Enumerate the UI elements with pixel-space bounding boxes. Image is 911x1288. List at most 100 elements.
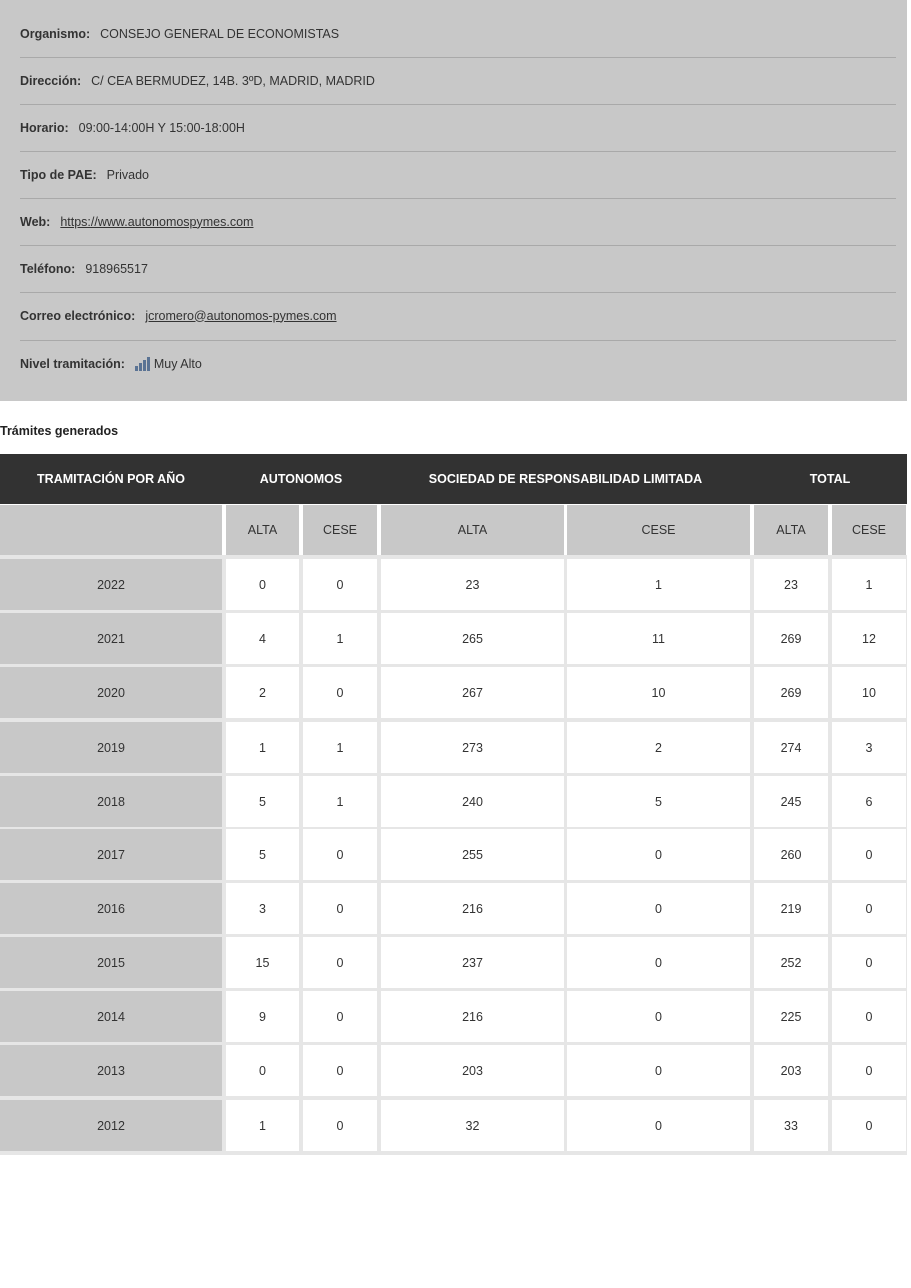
direccion-label: Dirección: <box>20 73 82 88</box>
cell-autonomos-cese: 0 <box>303 1045 377 1096</box>
cell-total-alta: 260 <box>754 829 828 880</box>
cell-total-cese: 3 <box>832 722 906 773</box>
row-year: 2019 <box>0 722 222 773</box>
cell-srl-alta: 267 <box>381 667 564 718</box>
cell-total-alta: 23 <box>754 559 828 610</box>
cell-total-alta: 225 <box>754 991 828 1042</box>
cell-srl-cese: 0 <box>567 1100 750 1151</box>
nivel-value: Muy Alto <box>153 356 202 371</box>
telefono-value: 918965517 <box>85 261 148 276</box>
nivel-label: Nivel tramitación: <box>20 356 125 371</box>
info-direccion: Dirección: C/ CEA BERMUDEZ, 14B. 3ºD, MA… <box>20 57 896 104</box>
cell-srl-alta: 265 <box>381 613 564 664</box>
direccion-value: C/ CEA BERMUDEZ, 14B. 3ºD, MADRID, MADRI… <box>91 73 375 88</box>
cell-total-alta: 274 <box>754 722 828 773</box>
cell-autonomos-alta: 1 <box>226 1100 299 1151</box>
cell-srl-cese: 0 <box>567 991 750 1042</box>
subheader-srl-alta: ALTA <box>381 505 564 555</box>
cell-srl-alta: 216 <box>381 883 564 934</box>
cell-autonomos-alta: 1 <box>226 722 299 773</box>
cell-srl-cese: 0 <box>567 883 750 934</box>
cell-autonomos-alta: 3 <box>226 883 299 934</box>
horario-label: Horario: <box>20 120 69 135</box>
row-year: 2014 <box>0 991 222 1042</box>
cell-total-alta: 203 <box>754 1045 828 1096</box>
info-web: Web: https://www.autonomospymes.com <box>20 198 896 245</box>
cell-autonomos-alta: 2 <box>226 667 299 718</box>
cell-total-alta: 219 <box>754 883 828 934</box>
cell-total-cese: 12 <box>832 613 906 664</box>
row-year: 2020 <box>0 667 222 718</box>
telefono-label: Teléfono: <box>20 261 76 276</box>
info-tipo: Tipo de PAE: Privado <box>20 151 896 198</box>
subheader-total-alta: ALTA <box>754 505 828 555</box>
bar-chart-icon <box>134 356 150 371</box>
header-srl: SOCIEDAD DE RESPONSABILIDAD LIMITADA <box>428 472 703 486</box>
subheader-srl-cese: CESE <box>567 505 750 555</box>
header-autonomos: AUTONOMOS <box>259 472 343 486</box>
cell-autonomos-alta: 4 <box>226 613 299 664</box>
correo-label: Correo electrónico: <box>20 308 136 323</box>
cell-srl-alta: 255 <box>381 829 564 880</box>
cell-total-cese: 1 <box>832 559 906 610</box>
tipo-label: Tipo de PAE: <box>20 167 97 182</box>
table-header: TRAMITACIÓN POR AÑO AUTONOMOS SOCIEDAD D… <box>0 454 907 504</box>
info-correo: Correo electrónico: jcromero@autonomos-p… <box>20 292 896 339</box>
cell-srl-cese: 1 <box>567 559 750 610</box>
cell-srl-cese: 2 <box>567 722 750 773</box>
cell-total-cese: 10 <box>832 667 906 718</box>
web-link[interactable]: https://www.autonomospymes.com <box>60 215 253 229</box>
subheader-autonomos-cese: CESE <box>303 505 377 555</box>
cell-autonomos-cese: 0 <box>303 991 377 1042</box>
cell-total-cese: 0 <box>832 829 906 880</box>
cell-autonomos-alta: 9 <box>226 991 299 1042</box>
cell-total-alta: 33 <box>754 1100 828 1151</box>
info-telefono: Teléfono: 918965517 <box>20 245 896 292</box>
organismo-label: Organismo: <box>20 26 91 41</box>
subheader-blank <box>0 505 222 555</box>
cell-autonomos-cese: 1 <box>303 613 377 664</box>
info-nivel: Nivel tramitación: Muy Alto <box>20 340 896 387</box>
row-year: 2016 <box>0 883 222 934</box>
web-label: Web: <box>20 214 51 229</box>
subheader-autonomos-alta: ALTA <box>226 505 299 555</box>
cell-total-alta: 269 <box>754 613 828 664</box>
row-year: 2021 <box>0 613 222 664</box>
cell-autonomos-cese: 0 <box>303 667 377 718</box>
row-year: 2015 <box>0 937 222 988</box>
email-link[interactable]: jcromero@autonomos-pymes.com <box>145 309 336 323</box>
cell-srl-cese: 0 <box>567 829 750 880</box>
section-title: Trámites generados <box>0 424 119 438</box>
cell-total-cese: 0 <box>832 1100 906 1151</box>
cell-srl-alta: 203 <box>381 1045 564 1096</box>
cell-srl-cese: 11 <box>567 613 750 664</box>
row-year: 2022 <box>0 559 222 610</box>
cell-srl-cese: 5 <box>567 776 750 827</box>
cell-total-cese: 6 <box>832 776 906 827</box>
cell-total-alta: 252 <box>754 937 828 988</box>
cell-srl-alta: 240 <box>381 776 564 827</box>
header-tramitacion: TRAMITACIÓN POR AÑO <box>37 472 185 486</box>
cell-autonomos-cese: 0 <box>303 559 377 610</box>
cell-autonomos-cese: 0 <box>303 937 377 988</box>
cell-total-cese: 0 <box>832 1045 906 1096</box>
cell-srl-alta: 32 <box>381 1100 564 1151</box>
cell-srl-cese: 0 <box>567 937 750 988</box>
cell-autonomos-alta: 0 <box>226 1045 299 1096</box>
cell-total-alta: 245 <box>754 776 828 827</box>
row-year: 2018 <box>0 776 222 827</box>
tipo-value: Privado <box>106 167 150 182</box>
cell-autonomos-alta: 15 <box>226 937 299 988</box>
pae-info-panel: Organismo: CONSEJO GENERAL DE ECONOMISTA… <box>0 0 907 401</box>
cell-autonomos-cese: 1 <box>303 776 377 827</box>
cell-srl-cese: 10 <box>567 667 750 718</box>
cell-autonomos-cese: 1 <box>303 722 377 773</box>
cell-autonomos-cese: 0 <box>303 829 377 880</box>
cell-srl-alta: 216 <box>381 991 564 1042</box>
cell-autonomos-cese: 0 <box>303 883 377 934</box>
cell-total-alta: 269 <box>754 667 828 718</box>
row-year: 2017 <box>0 829 222 880</box>
cell-autonomos-alta: 0 <box>226 559 299 610</box>
horario-value: 09:00-14:00H Y 15:00-18:00H <box>78 120 245 135</box>
cell-srl-alta: 237 <box>381 937 564 988</box>
